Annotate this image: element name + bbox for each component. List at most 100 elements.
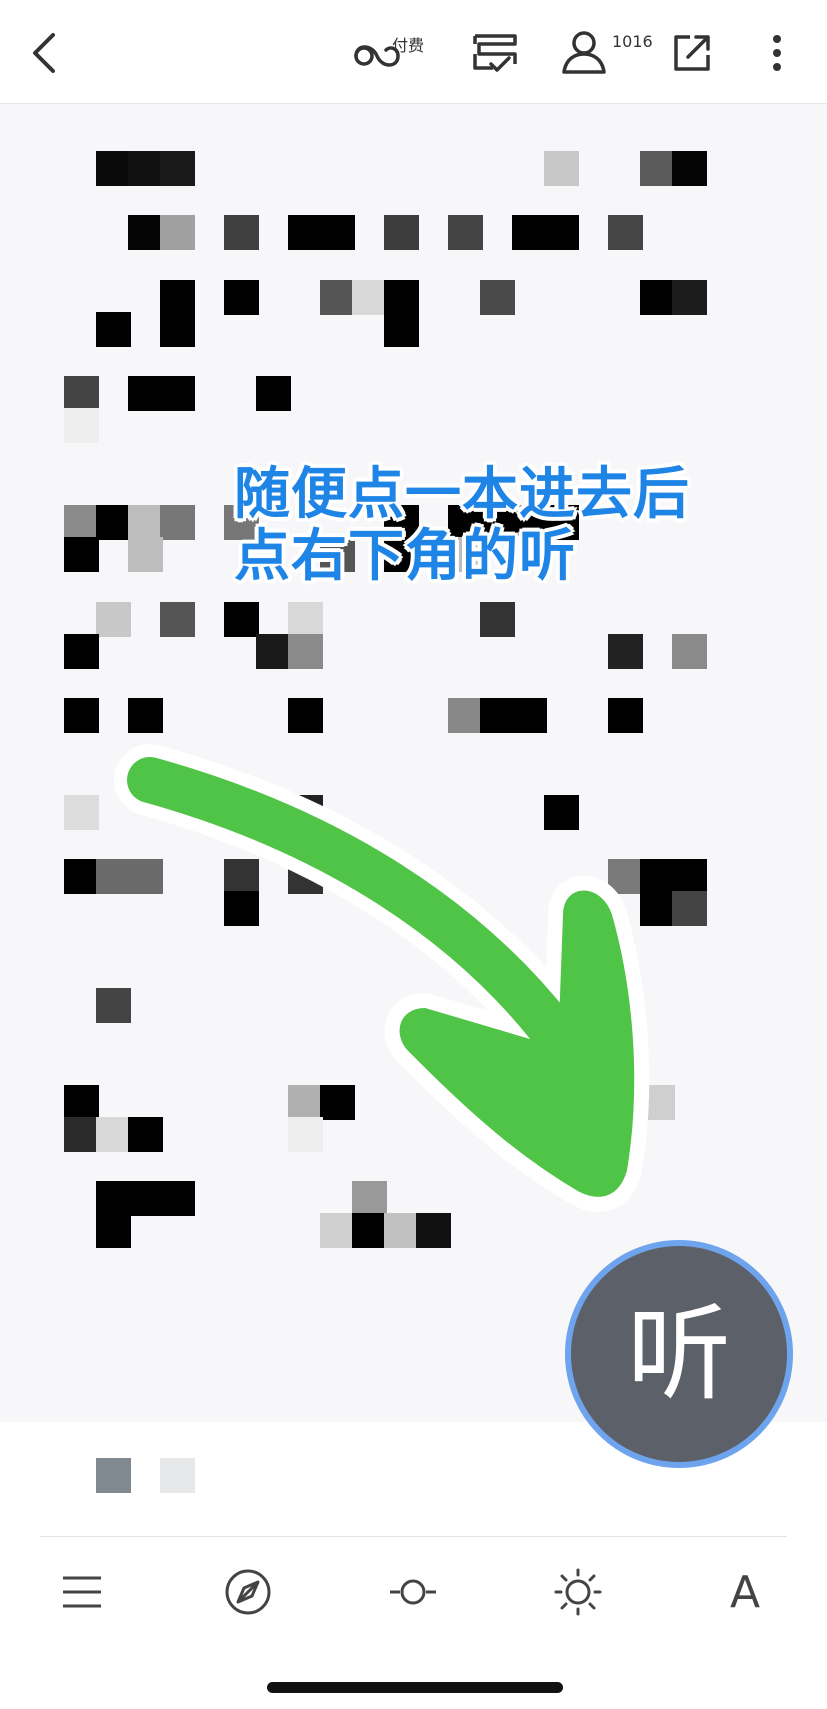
annotation-line-1: 随便点一本进去后: [234, 462, 690, 527]
font-icon: A: [729, 1566, 761, 1618]
obscured-text-block: [96, 311, 131, 347]
follower-count: 1016: [612, 32, 653, 51]
obscured-text-block: [128, 505, 163, 540]
obscured-text-block: [64, 408, 99, 444]
obscured-text-block: [160, 150, 195, 186]
obscured-text-block: [288, 859, 323, 895]
listen-label: 听: [626, 1293, 731, 1415]
share-button[interactable]: [662, 18, 722, 88]
obscured-text-block: [608, 698, 643, 734]
obscured-text-block: [640, 1084, 675, 1120]
menu-icon: [63, 1576, 101, 1608]
obscured-text-block: [128, 215, 163, 251]
obscured-text-block: [160, 376, 195, 412]
obscured-text-block: [448, 698, 483, 734]
obscured-text-block: [96, 1458, 131, 1493]
obscured-text-block: [64, 505, 99, 540]
obscured-text-block: [128, 537, 163, 573]
menu-button[interactable]: [47, 1557, 117, 1627]
obscured-text-block: [64, 376, 99, 412]
obscured-text-block: [352, 1181, 387, 1217]
obscured-text-block: [128, 1181, 163, 1217]
obscured-text-block: [416, 1213, 451, 1249]
obscured-text-block: [672, 891, 707, 927]
obscured-text-block: [608, 859, 643, 895]
obscured-text-block: [512, 698, 547, 734]
obscured-text-block: [224, 859, 259, 895]
more-button[interactable]: [752, 18, 802, 88]
obscured-text-block: [96, 150, 131, 186]
obscured-text-block: [256, 376, 291, 412]
followers-button[interactable]: 1016: [560, 18, 670, 88]
obscured-text-block: [128, 859, 163, 895]
obscured-text-block: [224, 215, 259, 251]
more-icon: [773, 35, 781, 71]
obscured-text-block: [544, 215, 579, 251]
share-icon: [674, 35, 710, 71]
listen-button[interactable]: 听: [565, 1240, 793, 1468]
home-indicator: [267, 1682, 563, 1693]
obscured-text-block: [160, 279, 195, 315]
obscured-text-block: [160, 505, 195, 540]
obscured-text-block: [640, 150, 675, 186]
obscured-text-block: [384, 279, 419, 315]
obscured-text-block: [160, 215, 195, 251]
obscured-text-block: [160, 311, 195, 347]
obscured-text-block: [352, 1213, 387, 1249]
obscured-text-block: [672, 279, 707, 315]
obscured-text-block: [96, 1116, 131, 1152]
top-bar: 付费 1016: [0, 0, 827, 104]
back-icon: [33, 33, 55, 73]
obscured-text-block: [320, 279, 355, 315]
obscured-text-block: [288, 601, 323, 637]
obscured-text-block: [128, 698, 163, 734]
obscured-text-block: [608, 1084, 643, 1120]
obscured-text-block: [224, 891, 259, 927]
progress-button[interactable]: [378, 1557, 448, 1627]
obscured-text-block: [608, 215, 643, 251]
obscured-text-block: [544, 150, 579, 186]
obscured-text-block: [288, 1084, 323, 1120]
obscured-text-block: [288, 215, 323, 251]
obscured-text-block: [64, 859, 99, 895]
obscured-text-block: [672, 150, 707, 186]
compass-icon: [225, 1569, 271, 1615]
obscured-text-block: [160, 601, 195, 637]
obscured-text-block: [64, 1084, 99, 1120]
obscured-text-block: [64, 537, 99, 573]
pay-button[interactable]: 付费: [352, 18, 432, 88]
reading-content[interactable]: [0, 104, 827, 1422]
obscured-text-block: [128, 376, 163, 412]
obscured-text-block: [64, 794, 99, 830]
obscured-text-block: [64, 633, 99, 669]
obscured-text-block: [288, 633, 323, 669]
reader-screen: 付费 1016 随便点一本进去后 点右下角的听 听 A: [0, 0, 827, 1709]
brightness-icon: [554, 1568, 602, 1616]
annotation-text: 随便点一本进去后 点右下角的听: [234, 464, 690, 588]
obscured-text-block: [224, 279, 259, 315]
obscured-text-block: [512, 215, 547, 251]
obscured-text-block: [64, 698, 99, 734]
obscured-text-block: [448, 215, 483, 251]
discover-button[interactable]: [213, 1557, 283, 1627]
obscured-text-block: [544, 794, 579, 830]
obscured-text-block: [96, 988, 131, 1023]
obscured-text-block: [96, 505, 131, 540]
obscured-text-block: [96, 1181, 131, 1217]
obscured-text-block: [128, 1116, 163, 1152]
pay-label: 付费: [392, 36, 425, 55]
tasks-button[interactable]: [460, 18, 530, 88]
font-button[interactable]: A: [710, 1557, 780, 1627]
annotation-line-2: 点右下角的听: [234, 524, 576, 589]
brightness-button[interactable]: [543, 1557, 613, 1627]
obscured-text-block: [256, 633, 291, 669]
obscured-text-block: [640, 891, 675, 927]
obscured-text-block: [288, 794, 323, 830]
back-button[interactable]: [14, 18, 74, 88]
obscured-text-block: [384, 215, 419, 251]
obscured-text-block: [352, 279, 387, 315]
obscured-text-block: [160, 1181, 195, 1217]
obscured-text-block: [480, 601, 515, 637]
obscured-text-block: [672, 859, 707, 895]
obscured-text-block: [608, 633, 643, 669]
